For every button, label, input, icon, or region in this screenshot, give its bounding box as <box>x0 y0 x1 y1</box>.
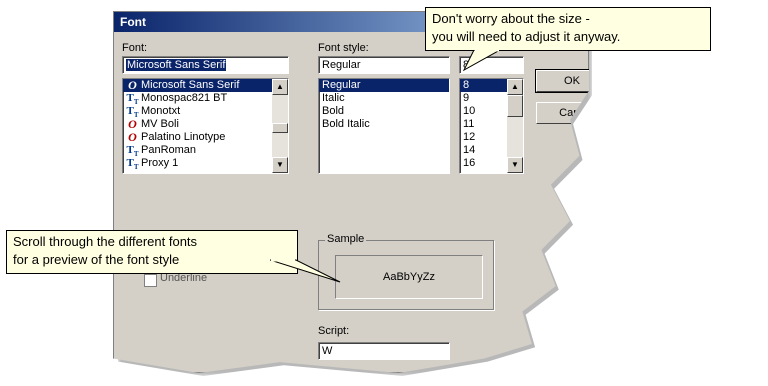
size-note-line2: you will need to adjust it anyway. <box>432 29 621 44</box>
size-list-scrollbar[interactable]: ▲ ▼ <box>507 79 523 173</box>
scroll-down-icon[interactable]: ▼ <box>507 157 523 173</box>
scroll-note-pointer <box>270 259 341 283</box>
font-name-input[interactable]: Microsoft Sans Serif <box>122 56 289 74</box>
scroll-up-icon[interactable]: ▲ <box>507 79 523 95</box>
font-style-list[interactable]: Regular Italic Bold Bold Italic <box>318 78 450 174</box>
opentype-icon: O <box>128 78 137 92</box>
underline-checkbox[interactable] <box>144 274 157 287</box>
font-list-item[interactable]: TT Monotxt <box>123 105 288 119</box>
scroll-note-line1: Scroll through the different fonts <box>13 234 198 249</box>
ok-button[interactable]: OK <box>536 70 589 92</box>
truetype-icon: TT <box>126 144 139 159</box>
style-list-item[interactable]: Bold Italic <box>319 118 449 131</box>
size-note-line1: Don't worry about the size - <box>432 11 590 26</box>
opentype-icon: O <box>128 130 137 144</box>
script-label: Script: <box>318 325 350 337</box>
style-list-item[interactable]: Bold <box>319 105 449 118</box>
font-label: Font: <box>122 42 148 54</box>
scroll-up-icon[interactable]: ▲ <box>272 79 288 95</box>
size-note-pointer <box>462 50 502 72</box>
size-list[interactable]: 8 9 10 11 12 14 16 ▲ ▼ <box>459 78 524 174</box>
font-list-item[interactable]: TT PanRoman <box>123 144 288 159</box>
scroll-thumb[interactable] <box>507 95 523 117</box>
size-note-callout: Don't worry about the size - you will ne… <box>425 7 711 51</box>
style-list-item[interactable]: Regular <box>319 79 449 92</box>
font-list[interactable]: O Microsoft Sans Serif TT Monospac821 BT T… <box>122 78 289 174</box>
font-list-item[interactable]: TT Proxy 1 <box>123 157 288 172</box>
font-style-label: Font style: <box>318 42 369 54</box>
font-list-item[interactable]: TT Monospac821 BT <box>123 92 288 107</box>
scroll-down-icon[interactable]: ▼ <box>272 157 288 173</box>
font-style-input[interactable]: Regular <box>318 56 450 74</box>
scroll-thumb[interactable] <box>272 123 288 133</box>
font-list-item[interactable]: O Microsoft Sans Serif <box>123 79 288 92</box>
scroll-note-callout: Scroll through the different fonts for a… <box>6 230 298 274</box>
style-list-item[interactable]: Italic <box>319 92 449 105</box>
font-list-item[interactable]: O Palatino Linotype <box>123 131 288 144</box>
font-list-scrollbar[interactable]: ▲ ▼ <box>272 79 288 173</box>
scroll-note-line2: for a preview of the font style <box>13 252 180 267</box>
sample-label: Sample <box>325 233 367 245</box>
truetype-icon: TT <box>126 92 139 107</box>
font-name-value: Microsoft Sans Serif <box>126 59 227 71</box>
script-select[interactable]: W <box>318 342 450 360</box>
truetype-icon: TT <box>126 157 139 172</box>
font-list-item[interactable]: O MV Boli <box>123 118 288 131</box>
sample-preview: AaBbYyZz <box>335 255 483 299</box>
